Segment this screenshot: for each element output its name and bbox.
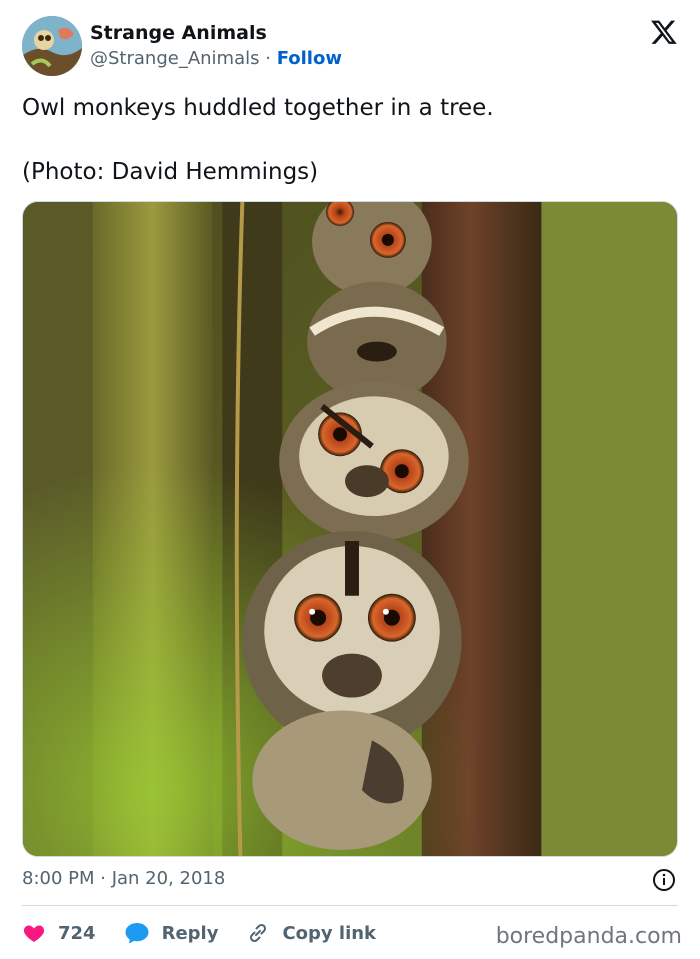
author-avatar[interactable] <box>22 16 82 76</box>
tweet-text: Owl monkeys huddled together in a tree. … <box>22 95 494 185</box>
tweet-timestamp[interactable]: 8:00 PM · Jan 20, 2018 <box>22 868 225 889</box>
tweet-photo[interactable] <box>22 201 678 857</box>
action-bar: 724 Reply Copy link <box>22 918 404 948</box>
copy-link-button[interactable]: Copy link <box>246 921 376 945</box>
reply-button[interactable]: Reply <box>124 921 219 945</box>
separator-dot: · <box>265 48 271 69</box>
follow-button[interactable]: Follow <box>277 48 342 69</box>
watermark-text: boredpanda.com <box>495 924 682 949</box>
likes-count: 724 <box>58 922 96 944</box>
info-icon[interactable] <box>652 868 676 892</box>
divider <box>22 905 678 906</box>
tweet-card: Strange Animals @Strange_Animals · Follo… <box>0 0 700 959</box>
copy-link-label: Copy link <box>282 922 377 944</box>
author-name[interactable]: Strange Animals <box>90 22 267 44</box>
author-handle-row: @Strange_Animals · Follow <box>90 48 342 69</box>
heart-icon <box>23 925 45 942</box>
link-icon <box>250 923 267 943</box>
reply-bubble-icon <box>125 923 149 944</box>
reply-label: Reply <box>161 922 219 944</box>
like-button[interactable]: 724 <box>22 921 96 945</box>
author-handle[interactable]: @Strange_Animals <box>90 48 260 69</box>
x-logo-icon[interactable] <box>650 18 678 46</box>
